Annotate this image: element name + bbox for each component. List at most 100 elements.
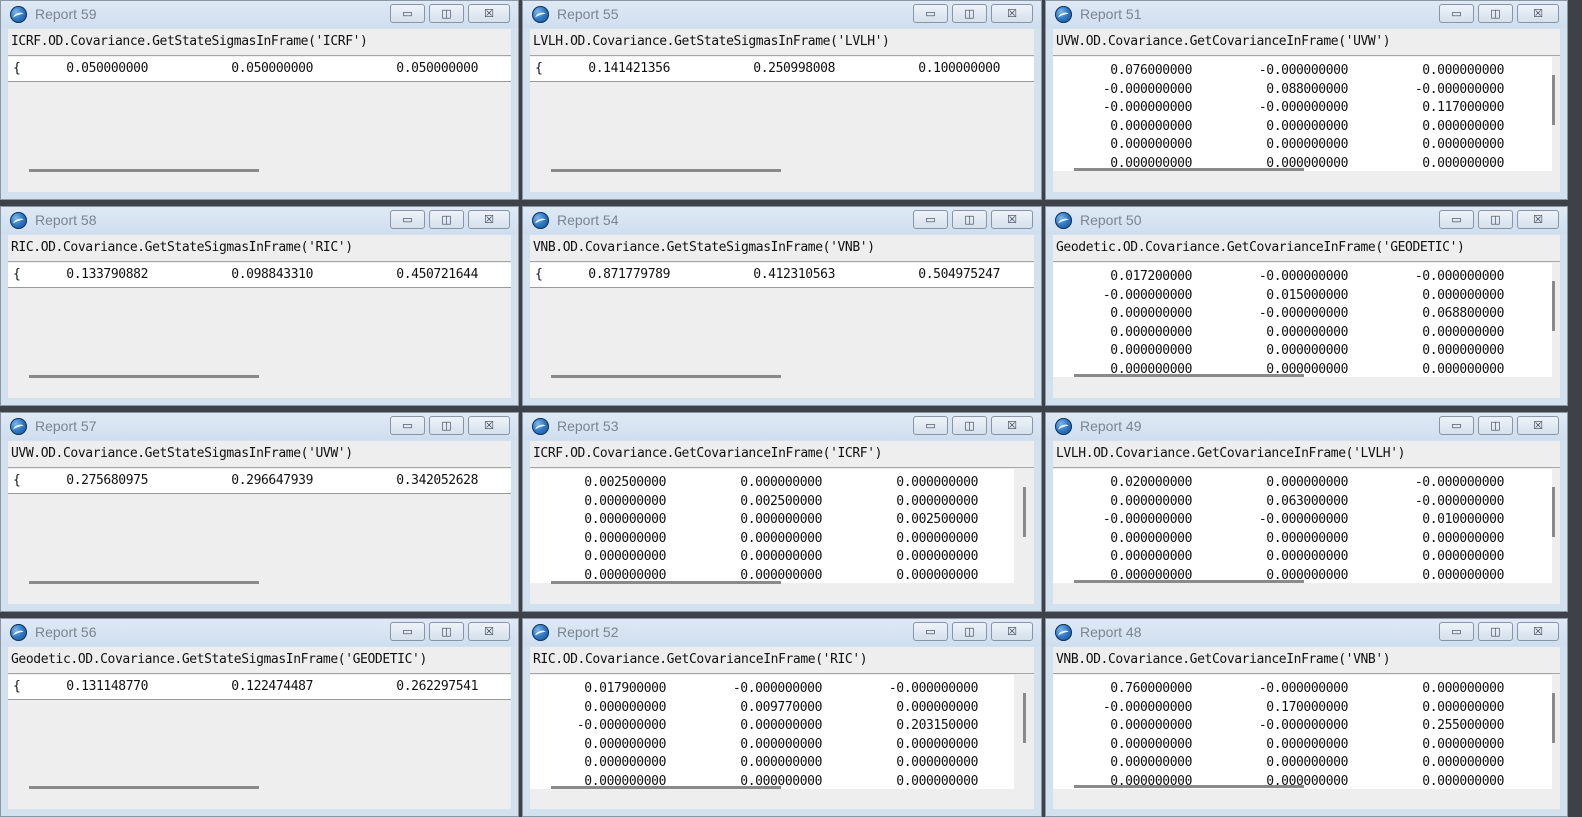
- sigma-row[interactable]: {0.050000000 0.050000000 0.050000000: [8, 57, 511, 82]
- maximize-button[interactable]: ◫: [1478, 622, 1513, 641]
- horizontal-scrollbar[interactable]: [29, 375, 259, 378]
- matrix-row: 0.000000000 0.002500000 0.000000000: [530, 494, 1014, 513]
- report-window[interactable]: Report 54 ▭ ◫ ☒ VNB.OD.Covariance.GetStateSi…: [522, 206, 1042, 406]
- report-window[interactable]: Report 56 ▭ ◫ ☒ Geodetic.OD.Covariance.GetSt…: [0, 618, 519, 817]
- minimize-button[interactable]: ▭: [390, 4, 425, 23]
- title-bar[interactable]: Report 56 ▭ ◫ ☒: [1, 619, 518, 646]
- title-bar[interactable]: Report 57 ▭ ◫ ☒: [1, 413, 518, 440]
- matrix-cell: 0.000000000: [1422, 774, 1504, 789]
- horizontal-scrollbar[interactable]: [29, 786, 259, 789]
- close-button[interactable]: ☒: [468, 210, 510, 229]
- report-window[interactable]: Report 52 ▭ ◫ ☒ RIC.OD.Covariance.GetCovaria…: [522, 618, 1042, 817]
- minimize-button[interactable]: ▭: [390, 210, 425, 229]
- covariance-matrix[interactable]: 0.017900000 -0.000000000 -0.000000000 0.000…: [530, 675, 1014, 789]
- title-bar[interactable]: Report 58 ▭ ◫ ☒: [1, 207, 518, 234]
- report-window[interactable]: Report 58 ▭ ◫ ☒ RIC.OD.Covariance.GetStateSi…: [0, 206, 519, 406]
- vertical-scrollbar[interactable]: [1023, 693, 1026, 743]
- minimize-button[interactable]: ▭: [913, 210, 948, 229]
- report-window[interactable]: Report 53 ▭ ◫ ☒ ICRF.OD.Covariance.GetCovari…: [522, 412, 1042, 612]
- maximize-button[interactable]: ◫: [952, 416, 987, 435]
- report-window[interactable]: Report 59 ▭ ◫ ☒ ICRF.OD.Covariance.GetStateS…: [0, 0, 519, 200]
- report-window-grid: Report 59 ▭ ◫ ☒ ICRF.OD.Covariance.GetStateS…: [0, 0, 1582, 817]
- horizontal-scrollbar[interactable]: [1074, 580, 1304, 583]
- matrix-cell: 0.000000000: [1110, 118, 1192, 134]
- minimize-button[interactable]: ▭: [390, 622, 425, 641]
- vertical-scrollbar[interactable]: [1552, 693, 1555, 743]
- horizontal-scrollbar[interactable]: [551, 169, 781, 172]
- close-button[interactable]: ☒: [1517, 4, 1559, 23]
- vertical-scrollbar[interactable]: [1552, 75, 1555, 125]
- minimize-button[interactable]: ▭: [913, 4, 948, 23]
- sigma-row[interactable]: {0.275680975 0.296647939 0.342052628: [8, 469, 511, 494]
- close-button[interactable]: ☒: [1517, 416, 1559, 435]
- title-bar[interactable]: Report 49 ▭ ◫ ☒: [1046, 413, 1567, 440]
- report-window[interactable]: Report 57 ▭ ◫ ☒ UVW.OD.Covariance.GetStateSi…: [0, 412, 519, 612]
- horizontal-scrollbar[interactable]: [551, 786, 781, 789]
- close-button[interactable]: ☒: [468, 416, 510, 435]
- maximize-button[interactable]: ◫: [1478, 416, 1513, 435]
- title-bar[interactable]: Report 53 ▭ ◫ ☒: [523, 413, 1041, 440]
- horizontal-scrollbar[interactable]: [29, 581, 259, 584]
- report-window[interactable]: Report 49 ▭ ◫ ☒ LVLH.OD.Covariance.GetCovari…: [1045, 412, 1568, 612]
- title-bar[interactable]: Report 52 ▭ ◫ ☒: [523, 619, 1041, 646]
- close-button[interactable]: ☒: [991, 210, 1033, 229]
- maximize-button[interactable]: ◫: [952, 210, 987, 229]
- title-bar[interactable]: Report 51 ▭ ◫ ☒: [1046, 1, 1567, 28]
- vertical-scrollbar[interactable]: [1023, 487, 1026, 537]
- report-window[interactable]: Report 50 ▭ ◫ ☒ Geodetic.OD.Covariance.GetCo…: [1045, 206, 1568, 406]
- title-bar[interactable]: Report 54 ▭ ◫ ☒: [523, 207, 1041, 234]
- minimize-button[interactable]: ▭: [1439, 622, 1474, 641]
- matrix-cell: 0.000000000: [1110, 530, 1192, 546]
- title-bar[interactable]: Report 59 ▭ ◫ ☒: [1, 1, 518, 28]
- covariance-matrix[interactable]: 0.002500000 0.000000000 0.000000000 0.00000…: [530, 469, 1014, 583]
- sigma-value: 0.275680975: [66, 473, 148, 488]
- minimize-button[interactable]: ▭: [1439, 210, 1474, 229]
- maximize-button[interactable]: ◫: [429, 4, 464, 23]
- matrix-cell: -0.000000000: [1258, 306, 1349, 322]
- maximize-button[interactable]: ◫: [429, 622, 464, 641]
- close-button[interactable]: ☒: [991, 622, 1033, 641]
- covariance-matrix[interactable]: 0.076000000 -0.000000000 0.000000000 -0.000…: [1053, 57, 1552, 171]
- report-window[interactable]: Report 48 ▭ ◫ ☒ VNB.OD.Covariance.GetCovaria…: [1045, 618, 1568, 817]
- vertical-scrollbar[interactable]: [1552, 281, 1555, 331]
- title-bar[interactable]: Report 50 ▭ ◫ ☒: [1046, 207, 1567, 234]
- close-button[interactable]: ☒: [468, 4, 510, 23]
- horizontal-scrollbar[interactable]: [1074, 785, 1304, 788]
- sigma-value: 0.141421356: [588, 61, 670, 76]
- title-bar[interactable]: Report 48 ▭ ◫ ☒: [1046, 619, 1567, 646]
- sigma-row[interactable]: {0.131148770 0.122474487 0.262297541: [8, 675, 511, 700]
- horizontal-scrollbar[interactable]: [29, 169, 259, 172]
- sigma-row[interactable]: {0.141421356 0.250998008 0.100000000: [530, 57, 1034, 82]
- report-window[interactable]: Report 55 ▭ ◫ ☒ LVLH.OD.Covariance.GetStateS…: [522, 0, 1042, 200]
- report-window[interactable]: Report 51 ▭ ◫ ☒ UVW.OD.Covariance.GetCovaria…: [1045, 0, 1568, 200]
- horizontal-scrollbar[interactable]: [551, 375, 781, 378]
- maximize-button[interactable]: ◫: [1478, 4, 1513, 23]
- close-button[interactable]: ☒: [1517, 210, 1559, 229]
- horizontal-scrollbar[interactable]: [1074, 374, 1304, 377]
- maximize-button[interactable]: ◫: [429, 416, 464, 435]
- minimize-button[interactable]: ▭: [1439, 416, 1474, 435]
- minimize-button[interactable]: ▭: [390, 416, 425, 435]
- title-bar[interactable]: Report 55 ▭ ◫ ☒: [523, 1, 1041, 28]
- sigma-value: 0.250998008: [753, 61, 835, 76]
- horizontal-scrollbar[interactable]: [1074, 168, 1304, 171]
- minimize-button[interactable]: ▭: [913, 416, 948, 435]
- maximize-button[interactable]: ◫: [952, 622, 987, 641]
- maximize-button[interactable]: ◫: [952, 4, 987, 23]
- close-button[interactable]: ☒: [991, 416, 1033, 435]
- vertical-scrollbar[interactable]: [1552, 487, 1555, 537]
- close-button[interactable]: ☒: [991, 4, 1033, 23]
- maximize-button[interactable]: ◫: [1478, 210, 1513, 229]
- covariance-matrix[interactable]: 0.020000000 0.000000000 -0.000000000 0.0000…: [1053, 469, 1552, 583]
- sigma-row[interactable]: {0.871779789 0.412310563 0.504975247: [530, 263, 1034, 288]
- close-button[interactable]: ☒: [468, 622, 510, 641]
- close-button[interactable]: ☒: [1517, 622, 1559, 641]
- covariance-matrix[interactable]: 0.760000000 -0.000000000 0.000000000 -0.000…: [1053, 675, 1552, 789]
- globe-app-icon: [532, 212, 549, 229]
- minimize-button[interactable]: ▭: [913, 622, 948, 641]
- horizontal-scrollbar[interactable]: [551, 581, 781, 584]
- minimize-button[interactable]: ▭: [1439, 4, 1474, 23]
- covariance-matrix[interactable]: 0.017200000 -0.000000000 -0.000000000 -0.00…: [1053, 263, 1552, 377]
- maximize-button[interactable]: ◫: [429, 210, 464, 229]
- sigma-row[interactable]: {0.133790882 0.098843310 0.450721644: [8, 263, 511, 288]
